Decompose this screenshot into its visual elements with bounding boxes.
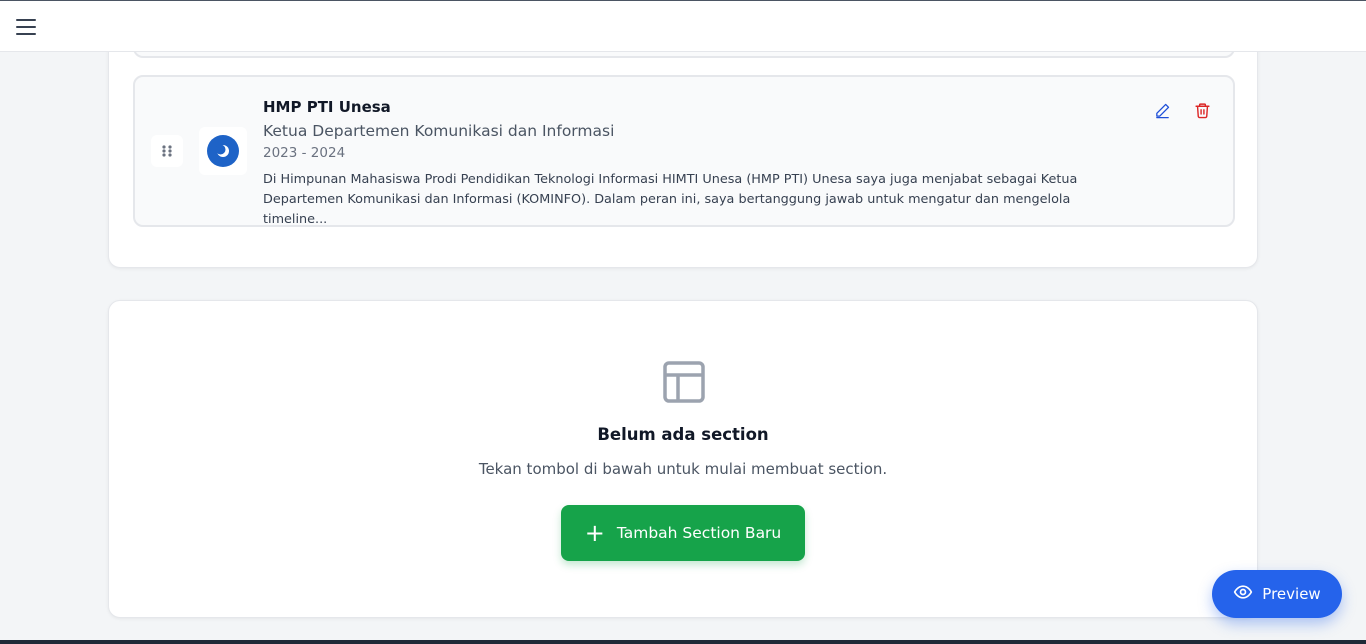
description-text: Di Himpunan Mahasiswa Prodi Pendidikan T… xyxy=(263,170,1123,230)
role-title: Ketua Departemen Komunikasi dan Informas… xyxy=(263,122,615,140)
description-line: Departemen Komunikasi dan Informasi (KOM… xyxy=(263,192,1071,227)
top-navbar xyxy=(0,0,1366,52)
empty-state-subtitle: Tekan tombol di bawah untuk mulai membua… xyxy=(478,460,888,478)
hamburger-menu-icon[interactable] xyxy=(14,17,38,37)
eye-icon xyxy=(1233,582,1253,606)
empty-state-title: Belum ada section xyxy=(597,425,769,444)
pencil-icon[interactable] xyxy=(1151,99,1173,121)
layout-icon xyxy=(662,360,706,404)
add-section-label: Tambah Section Baru xyxy=(616,524,782,542)
period-text: 2023 - 2024 xyxy=(263,145,346,161)
organization-logo xyxy=(199,127,247,175)
drag-handle-icon[interactable] xyxy=(151,135,183,167)
plus-icon: + xyxy=(584,519,605,547)
empty-section-card: Belum ada section Tekan tombol di bawah … xyxy=(108,300,1258,618)
preview-button[interactable]: Preview xyxy=(1212,570,1342,618)
add-section-button[interactable]: + Tambah Section Baru xyxy=(561,505,805,561)
trash-icon[interactable] xyxy=(1191,99,1213,121)
experience-item: HMP PTI Unesa Ketua Departemen Komunikas… xyxy=(133,75,1235,227)
description-line: Di Himpunan Mahasiswa Prodi Pendidikan T… xyxy=(263,172,1078,187)
preview-label: Preview xyxy=(1262,585,1321,603)
organization-name: HMP PTI Unesa xyxy=(263,98,391,116)
bottom-edge xyxy=(0,640,1366,644)
